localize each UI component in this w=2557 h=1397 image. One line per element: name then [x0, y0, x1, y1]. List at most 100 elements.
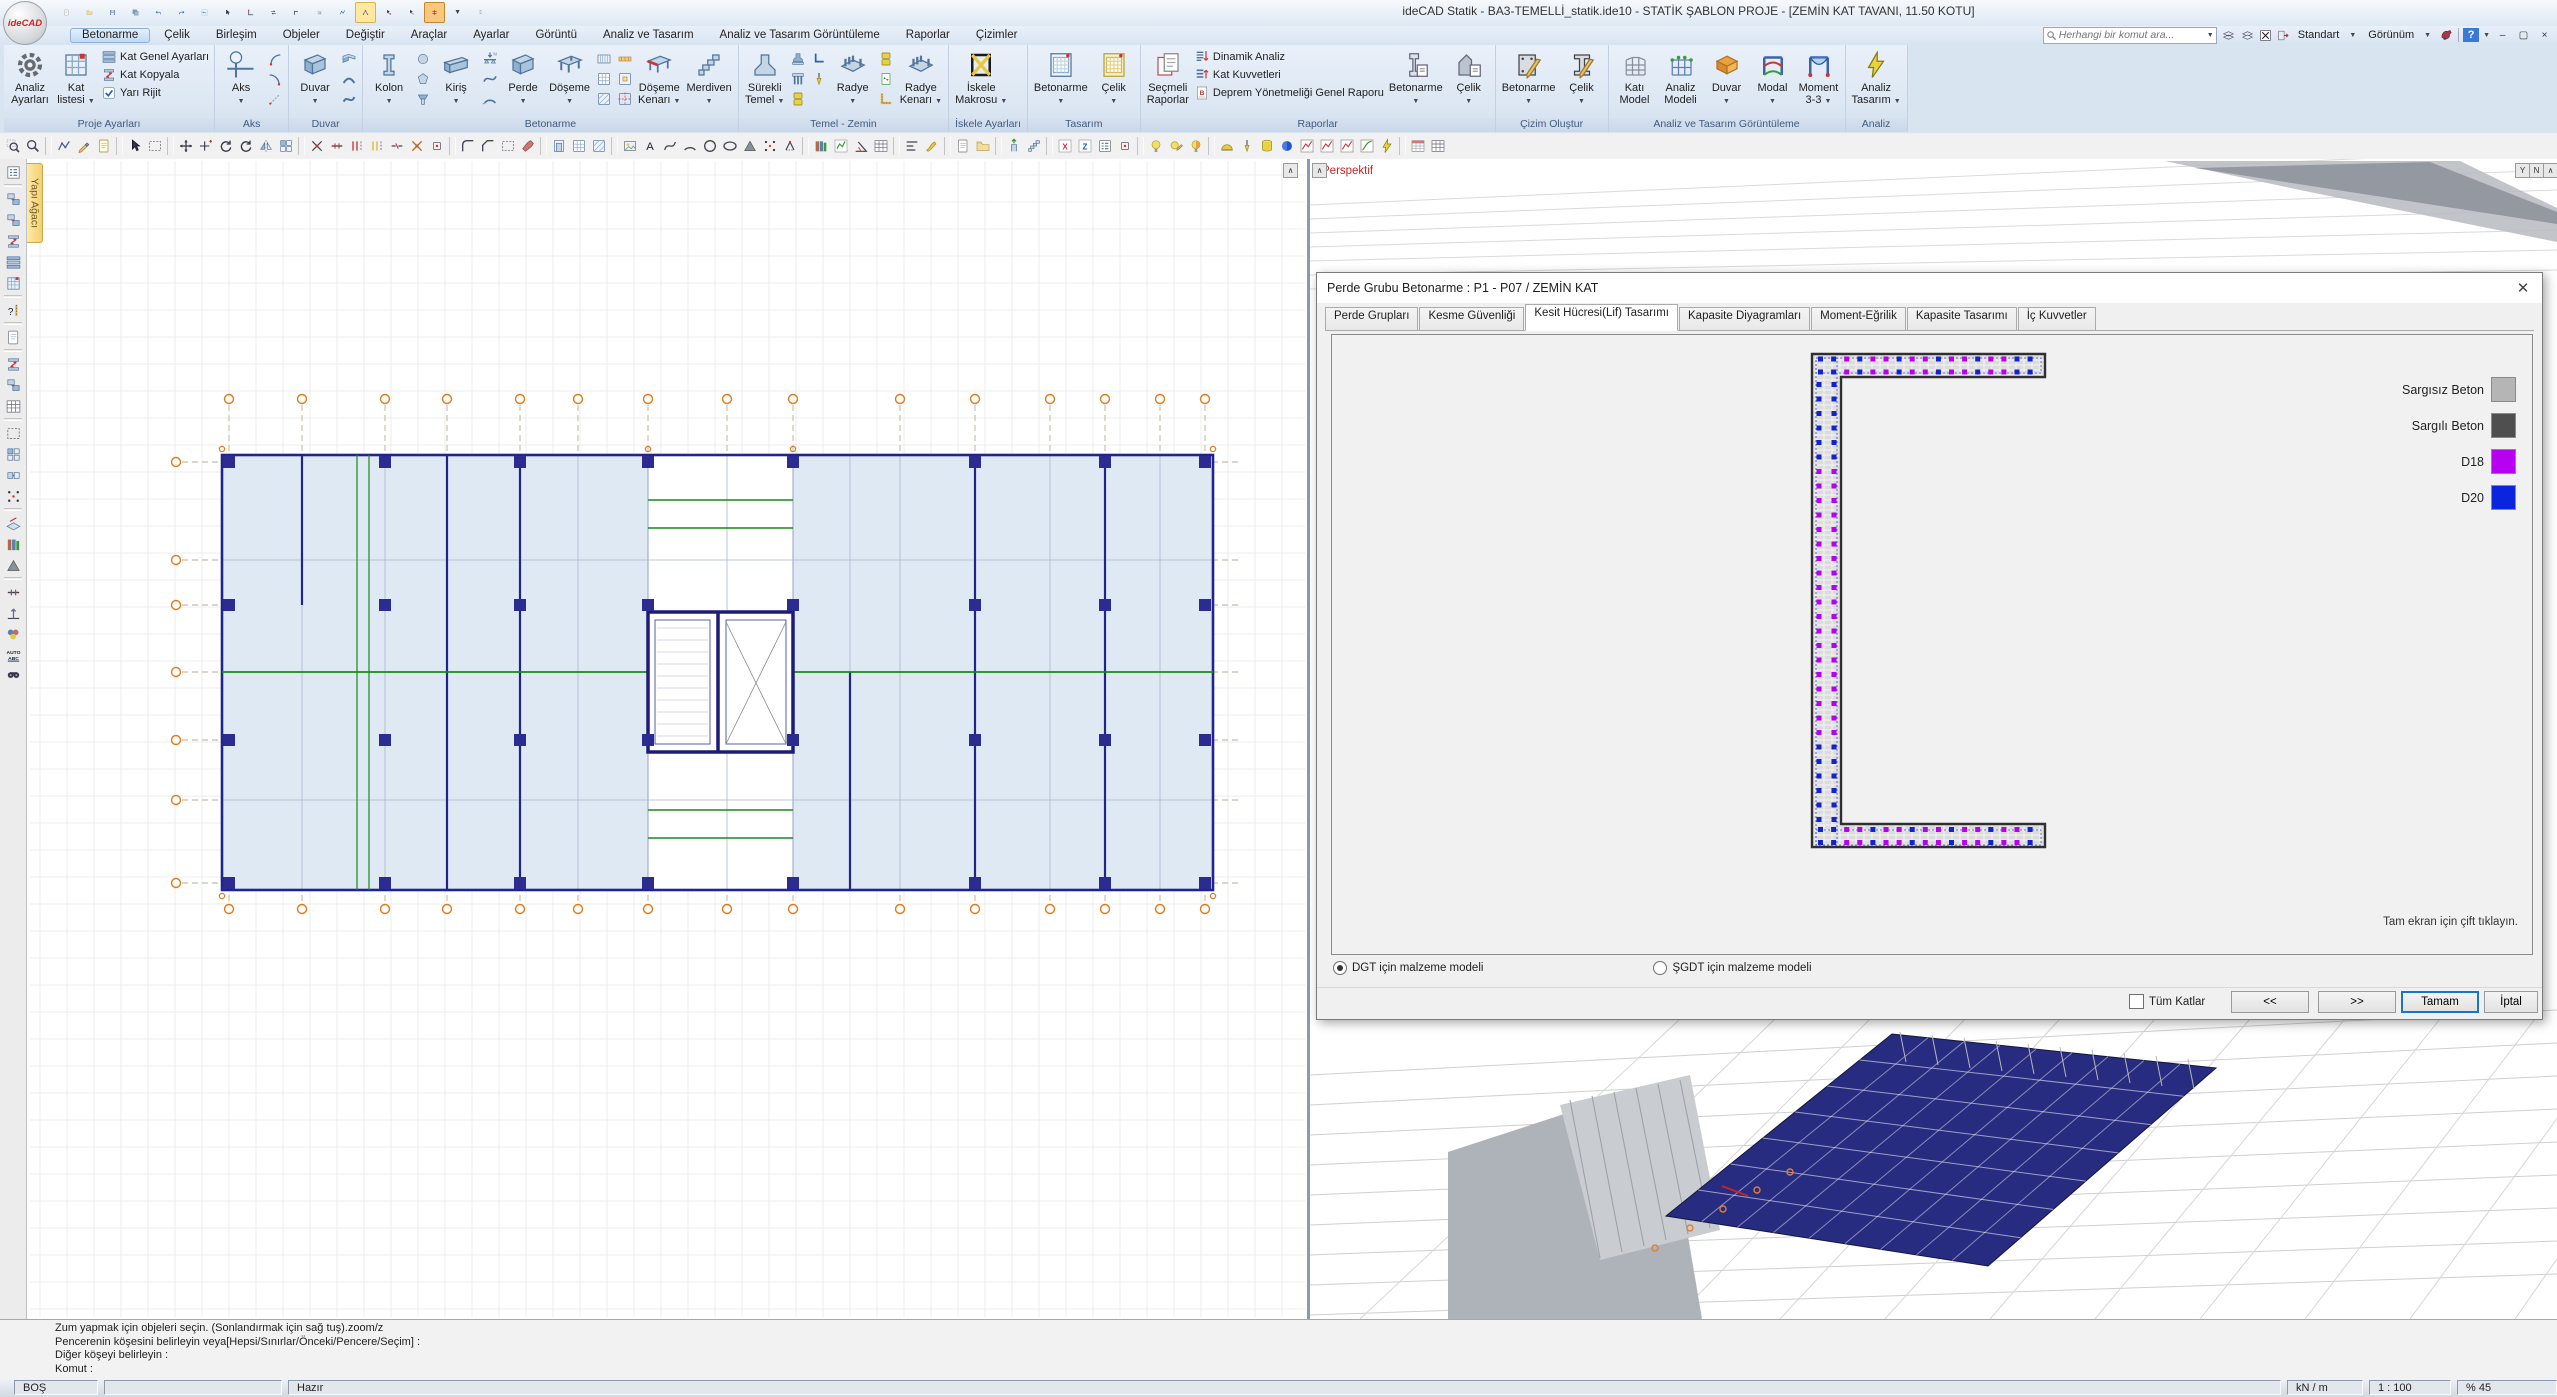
menu-tab-objeler[interactable]: Objeler — [271, 28, 332, 43]
stairs-tool-icon[interactable] — [1024, 136, 1044, 156]
copy-storey-up-icon[interactable] — [3, 189, 23, 209]
deprem-yonetmeligi-raporu-button[interactable]: BDeprem Yönetmeliği Genel Raporu — [1194, 85, 1384, 101]
command-line-panel[interactable]: Zum yapmak için objeleri seçin. (Sonland… — [0, 1319, 2557, 1378]
hatch-icon[interactable] — [589, 136, 609, 156]
layer-back-icon[interactable] — [2240, 29, 2255, 42]
door-window-icon[interactable] — [549, 136, 569, 156]
duvar-button[interactable]: Duvar▼ — [292, 47, 338, 109]
zoom-window-icon[interactable] — [3, 136, 23, 156]
nervurlu-doseme-button[interactable] — [594, 49, 613, 68]
doseme-aksi-button[interactable] — [594, 89, 613, 108]
analiz-modeli-button[interactable]: AnalizModeli — [1658, 47, 1704, 107]
doseme-button[interactable]: Döşeme▼ — [546, 47, 593, 109]
fence-select-icon[interactable] — [54, 136, 74, 156]
search-dropdown-icon[interactable]: ▼ — [2207, 32, 2214, 39]
layer-x-icon[interactable]: X — [1055, 136, 1075, 156]
merge-objects-icon[interactable] — [3, 465, 23, 485]
table-red-icon[interactable] — [1408, 136, 1428, 156]
storey-move-icon[interactable] — [3, 231, 23, 251]
dialog-tab-perde-grupları[interactable]: Perde Grupları — [1325, 307, 1418, 330]
layer-z-icon[interactable]: Z — [1075, 136, 1095, 156]
grid-snap-icon[interactable] — [309, 2, 330, 23]
kazik-basligi-button[interactable] — [789, 89, 808, 108]
aks-button[interactable]: Aks▼ — [218, 47, 264, 109]
dialog-tab-i-ç-kuvvetler[interactable]: İç Kuvvetler — [2018, 307, 2096, 330]
undo-icon[interactable] — [148, 2, 169, 23]
trim-icon[interactable] — [307, 136, 327, 156]
radio-sgdt-material-model[interactable]: ŞGDT için malzeme modeli — [1653, 961, 1811, 975]
save-icon[interactable] — [102, 2, 123, 23]
polyline-icon[interactable] — [332, 2, 353, 23]
printer-icon[interactable] — [3, 396, 23, 416]
menu-tab-g-r-nt-[interactable]: Görüntü — [523, 28, 589, 43]
query-measure-icon[interactable]: ? — [3, 300, 23, 320]
move-icon[interactable] — [176, 136, 196, 156]
structure-tree-tab[interactable]: Yapı Ağacı — [27, 163, 43, 243]
search-input[interactable] — [2057, 28, 2207, 42]
dinamik-analiz-raporu-button[interactable]: Dinamik Analiz — [1194, 49, 1384, 65]
zoom-indicator[interactable]: % 45 — [2457, 1380, 2557, 1395]
lamp-edit-icon[interactable] — [1166, 136, 1186, 156]
ellipse-icon[interactable] — [720, 136, 740, 156]
section-view-icon[interactable] — [424, 2, 445, 23]
sketch-pen-icon[interactable] — [74, 136, 94, 156]
draw-plane-icon[interactable] — [3, 513, 23, 533]
dialog-tab-kesme-güvenliği[interactable]: Kesme Güvenliği — [1419, 307, 1524, 330]
render-settings-icon[interactable] — [2439, 28, 2454, 42]
layer-target-icon[interactable] — [1115, 136, 1135, 156]
area-calc-icon[interactable] — [831, 136, 851, 156]
menu-tab--izimler[interactable]: Çizimler — [964, 28, 1030, 43]
merdiven-button[interactable]: Merdiven▼ — [683, 47, 734, 109]
secmeli-raporlar-button[interactable]: SeçmeliRaporlar — [1144, 47, 1192, 107]
doseme-kenari-button[interactable]: DöşemeKenarı ▼ — [635, 47, 683, 109]
menu-tab-raporlar[interactable]: Raporlar — [894, 28, 962, 43]
rapor-betonarme-button[interactable]: Betonarme▼ — [1386, 47, 1446, 109]
duvar-kose-button[interactable] — [339, 49, 358, 68]
dialog-tab-kapasite-tasarımı[interactable]: Kapasite Tasarımı — [1907, 307, 2017, 330]
ok-button[interactable]: Tamam — [2401, 991, 2479, 1013]
snap-point-icon[interactable] — [427, 136, 447, 156]
rotate-icon[interactable] — [216, 136, 236, 156]
tekil-temel-button[interactable] — [789, 49, 808, 68]
viewport-corner-button-0[interactable]: Y — [2515, 163, 2530, 178]
right-pane-scroll-button[interactable]: ∧ — [1312, 163, 1327, 178]
nodes-icon[interactable] — [760, 136, 780, 156]
yay-kiris-button[interactable] — [480, 89, 499, 108]
offset-icon[interactable] — [347, 136, 367, 156]
fillet-icon[interactable] — [458, 136, 478, 156]
rapor-celik-button[interactable]: Çelik▼ — [1446, 47, 1492, 109]
previous-wall-button[interactable]: << — [2231, 991, 2309, 1013]
kat-genel-ayarlari-button[interactable]: Kat Genel Ayarları — [101, 49, 209, 65]
radye-boslugu-button[interactable] — [877, 89, 896, 108]
egik-aks-button[interactable] — [265, 89, 284, 108]
mirror-icon[interactable] — [256, 136, 276, 156]
menu-tab-analiz-ve-tasar-m-g-r-nt-leme[interactable]: Analiz ve Tasarım Görüntüleme — [708, 28, 892, 43]
view-combo[interactable]: Görünüm ▼ — [2364, 29, 2435, 41]
layer-front-icon[interactable] — [2221, 29, 2236, 42]
cizim-betonarme-button[interactable]: Betonarme▼ — [1499, 47, 1559, 109]
toolbar-style-combo[interactable]: Standart ▼ — [2294, 29, 2361, 41]
zoom-dynamic-icon[interactable] — [23, 136, 43, 156]
toolbar-overflow-icon[interactable] — [470, 2, 491, 23]
kat-kopyala-button[interactable]: Kat Kopyala — [101, 67, 209, 83]
align-icon[interactable] — [902, 136, 922, 156]
report-panel-icon[interactable] — [3, 327, 23, 347]
dairesel-aks-button[interactable] — [265, 49, 284, 68]
dairesel-kolon-button[interactable] — [413, 49, 432, 68]
menu-tab-betonarme[interactable]: Betonarme — [70, 28, 150, 43]
radye-dusugu-button[interactable] — [877, 49, 896, 68]
select-icon[interactable] — [217, 2, 238, 23]
menu-tab-ayarlar[interactable]: Ayarlar — [461, 28, 521, 43]
group-objects-icon[interactable] — [3, 444, 23, 464]
spline-icon[interactable] — [660, 136, 680, 156]
transform-icon[interactable] — [780, 136, 800, 156]
storey-insert-icon[interactable] — [3, 252, 23, 272]
chart-line-icon[interactable] — [1297, 136, 1317, 156]
elevation-icon[interactable] — [3, 603, 23, 623]
perde-button[interactable]: Perde▼ — [500, 47, 546, 109]
solid-point-icon[interactable] — [1277, 136, 1297, 156]
cleanup-icon[interactable] — [922, 136, 942, 156]
radio-dgt-material-model[interactable]: DGT için malzeme modeli — [1333, 961, 1483, 975]
offset-copy-icon[interactable] — [367, 136, 387, 156]
marquee-select-icon[interactable] — [3, 423, 23, 443]
